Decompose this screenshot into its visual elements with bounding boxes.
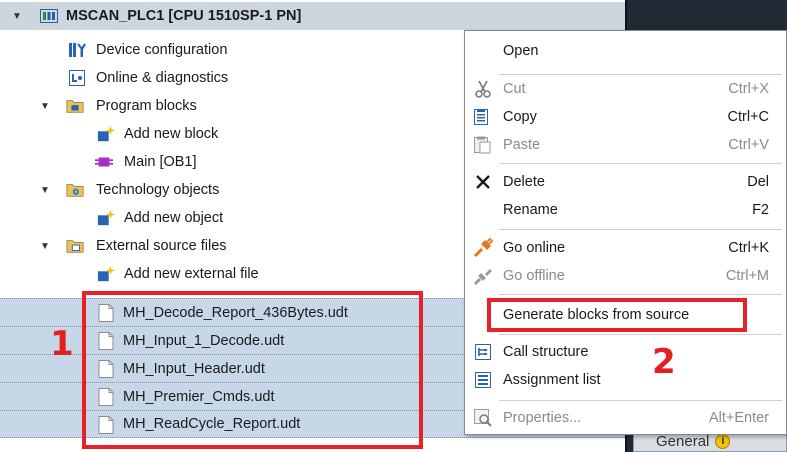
menu-item-label: Paste (503, 137, 541, 153)
menu-separator (499, 400, 782, 401)
delete-x-icon (473, 172, 493, 192)
add-new-icon (97, 265, 115, 283)
file-icon (97, 416, 115, 434)
menu-item-shortcut: Ctrl+V (728, 137, 769, 153)
context-menu: Open Cut Ctrl+X Copy Ctrl+C Paste Ctrl+V… (464, 30, 787, 435)
menu-item-generate-blocks-from-source[interactable]: Generate blocks from source (465, 302, 786, 328)
menu-item-label: Cut (503, 81, 526, 97)
menu-item-copy[interactable]: Copy Ctrl+C (465, 104, 786, 130)
menu-item-shortcut: Ctrl+K (728, 240, 769, 256)
menu-item-shortcut: Ctrl+M (725, 268, 769, 284)
menu-item-delete[interactable]: Delete Del (465, 169, 786, 195)
tree-item-label: MSCAN_PLC1 [CPU 1510SP-1 PN] (66, 8, 302, 24)
tab-label: General (656, 432, 710, 450)
diagnostics-icon (68, 69, 86, 87)
tree-item-label: Add new object (124, 210, 224, 226)
tree-item-label: Program blocks (96, 98, 197, 114)
menu-item-call-structure[interactable]: Call structure (465, 339, 786, 365)
tree-item-label: External source files (96, 238, 227, 254)
paste-icon (473, 135, 493, 155)
tree-item-label: MH_Input_1_Decode.udt (123, 332, 285, 349)
assignment-list-icon (473, 370, 493, 390)
tree-item-label: MH_ReadCycle_Report.udt (123, 416, 301, 432)
menu-item-label: Copy (503, 109, 537, 125)
add-new-icon (97, 209, 115, 227)
file-icon (97, 304, 115, 322)
menu-item-label: Properties... (503, 410, 582, 426)
folder-technology-icon (66, 181, 84, 199)
copy-icon (473, 107, 493, 127)
device-configuration-icon (68, 41, 86, 59)
menu-item-rename[interactable]: Rename F2 (465, 197, 786, 223)
annotation-number-1: 1 (50, 324, 74, 364)
menu-separator (499, 294, 782, 295)
menu-item-label: Assignment list (503, 372, 601, 388)
menu-item-label: Generate blocks from source (503, 307, 690, 323)
folder-blocks-icon (66, 97, 84, 115)
menu-item-properties[interactable]: Properties... Alt+Enter (465, 405, 786, 431)
tree-item-label: MH_Decode_Report_436Bytes.udt (123, 304, 348, 321)
menu-item-label: Go offline (503, 268, 565, 284)
tree-item-label: Technology objects (96, 182, 220, 198)
menu-item-cut[interactable]: Cut Ctrl+X (465, 76, 786, 102)
menu-item-label: Open (503, 43, 539, 59)
file-icon (97, 360, 115, 378)
file-icon (97, 332, 115, 350)
menu-item-go-online[interactable]: Go online Ctrl+K (465, 235, 786, 261)
go-online-icon (473, 238, 493, 258)
menu-separator (499, 74, 782, 75)
organization-block-icon (95, 153, 113, 171)
collapse-arrow-icon[interactable]: ▼ (40, 185, 50, 196)
scissors-icon (473, 79, 493, 99)
collapse-arrow-icon[interactable]: ▼ (40, 241, 50, 252)
add-new-icon (97, 125, 115, 143)
tree-item-label: Add new external file (124, 266, 259, 282)
menu-item-label: Call structure (503, 344, 589, 360)
menu-item-assignment-list[interactable]: Assignment list (465, 367, 786, 393)
collapse-arrow-icon[interactable]: ▼ (40, 101, 50, 112)
menu-item-label: Go online (503, 240, 566, 256)
menu-separator (499, 334, 782, 335)
menu-item-shortcut: Del (747, 174, 769, 190)
tree-item-label: Device configuration (96, 42, 228, 58)
tree-item-label: Main [OB1] (124, 154, 197, 170)
go-offline-icon (473, 266, 493, 286)
menu-item-shortcut: Ctrl+C (727, 109, 770, 125)
menu-item-label: Delete (503, 174, 545, 190)
annotation-number-2: 2 (652, 342, 676, 382)
info-icon: i (715, 433, 731, 449)
properties-icon (473, 408, 493, 428)
menu-item-shortcut: Alt+Enter (708, 410, 769, 426)
call-structure-icon (473, 342, 493, 362)
tree-item-label: Online & diagnostics (96, 70, 229, 86)
folder-source-icon (66, 237, 84, 255)
menu-item-paste[interactable]: Paste Ctrl+V (465, 132, 786, 158)
menu-item-shortcut: Ctrl+X (728, 81, 769, 97)
menu-item-label: Rename (503, 202, 558, 218)
menu-separator (499, 163, 782, 164)
collapse-arrow-icon[interactable]: ▼ (12, 11, 22, 22)
tree-item-label: Add new block (124, 126, 219, 142)
tree-item-label: MH_Premier_Cmds.udt (123, 388, 275, 405)
file-icon (97, 388, 115, 406)
tree-item-plc[interactable]: ▼ MSCAN_PLC1 [CPU 1510SP-1 PN] (0, 2, 625, 30)
menu-item-go-offline[interactable]: Go offline Ctrl+M (465, 263, 786, 289)
tree-item-label: MH_Input_Header.udt (123, 360, 265, 377)
menu-item-open[interactable]: Open (465, 38, 786, 64)
menu-item-shortcut: F2 (752, 202, 769, 218)
menu-separator (499, 229, 782, 230)
plc-icon (40, 7, 58, 25)
